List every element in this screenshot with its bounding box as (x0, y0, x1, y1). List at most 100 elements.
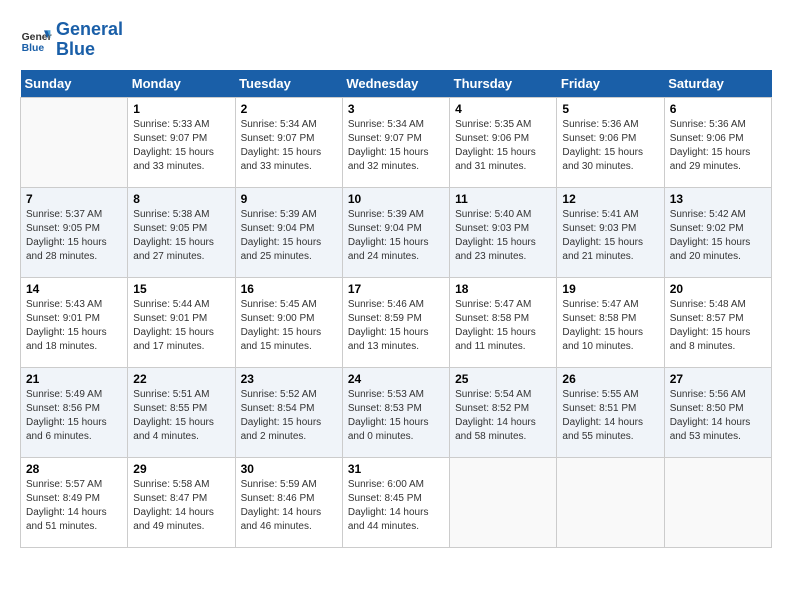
day-number: 30 (241, 462, 337, 476)
day-info: Sunrise: 5:33 AMSunset: 9:07 PMDaylight:… (133, 118, 229, 174)
day-number: 26 (562, 372, 658, 386)
day-number: 2 (241, 102, 337, 116)
day-number: 21 (26, 372, 122, 386)
day-number: 27 (670, 372, 766, 386)
day-number: 5 (562, 102, 658, 116)
calendar-cell: 14 Sunrise: 5:43 AMSunset: 9:01 PMDaylig… (21, 277, 128, 367)
calendar-cell: 31 Sunrise: 6:00 AMSunset: 8:45 PMDaylig… (342, 457, 449, 547)
calendar-cell (557, 457, 664, 547)
col-header-sunday: Sunday (21, 70, 128, 98)
day-info: Sunrise: 5:59 AMSunset: 8:46 PMDaylight:… (241, 478, 337, 534)
calendar-week-1: 1 Sunrise: 5:33 AMSunset: 9:07 PMDayligh… (21, 97, 772, 187)
calendar-cell (450, 457, 557, 547)
calendar-cell: 4 Sunrise: 5:35 AMSunset: 9:06 PMDayligh… (450, 97, 557, 187)
day-number: 14 (26, 282, 122, 296)
calendar-cell: 22 Sunrise: 5:51 AMSunset: 8:55 PMDaylig… (128, 367, 235, 457)
calendar-cell: 8 Sunrise: 5:38 AMSunset: 9:05 PMDayligh… (128, 187, 235, 277)
day-number: 19 (562, 282, 658, 296)
day-info: Sunrise: 5:46 AMSunset: 8:59 PMDaylight:… (348, 298, 444, 354)
day-number: 6 (670, 102, 766, 116)
calendar-week-4: 21 Sunrise: 5:49 AMSunset: 8:56 PMDaylig… (21, 367, 772, 457)
calendar-cell: 18 Sunrise: 5:47 AMSunset: 8:58 PMDaylig… (450, 277, 557, 367)
svg-text:Blue: Blue (22, 43, 45, 54)
day-info: Sunrise: 5:55 AMSunset: 8:51 PMDaylight:… (562, 388, 658, 444)
day-info: Sunrise: 5:52 AMSunset: 8:54 PMDaylight:… (241, 388, 337, 444)
day-info: Sunrise: 5:37 AMSunset: 9:05 PMDaylight:… (26, 208, 122, 264)
day-number: 23 (241, 372, 337, 386)
day-number: 7 (26, 192, 122, 206)
day-number: 20 (670, 282, 766, 296)
calendar-week-3: 14 Sunrise: 5:43 AMSunset: 9:01 PMDaylig… (21, 277, 772, 367)
day-info: Sunrise: 5:42 AMSunset: 9:02 PMDaylight:… (670, 208, 766, 264)
calendar-cell: 13 Sunrise: 5:42 AMSunset: 9:02 PMDaylig… (664, 187, 771, 277)
calendar-cell: 17 Sunrise: 5:46 AMSunset: 8:59 PMDaylig… (342, 277, 449, 367)
calendar-cell: 27 Sunrise: 5:56 AMSunset: 8:50 PMDaylig… (664, 367, 771, 457)
calendar-cell: 1 Sunrise: 5:33 AMSunset: 9:07 PMDayligh… (128, 97, 235, 187)
calendar-cell: 19 Sunrise: 5:47 AMSunset: 8:58 PMDaylig… (557, 277, 664, 367)
col-header-tuesday: Tuesday (235, 70, 342, 98)
day-info: Sunrise: 6:00 AMSunset: 8:45 PMDaylight:… (348, 478, 444, 534)
day-number: 11 (455, 192, 551, 206)
day-number: 31 (348, 462, 444, 476)
day-number: 15 (133, 282, 229, 296)
day-info: Sunrise: 5:34 AMSunset: 9:07 PMDaylight:… (241, 118, 337, 174)
day-number: 16 (241, 282, 337, 296)
day-info: Sunrise: 5:57 AMSunset: 8:49 PMDaylight:… (26, 478, 122, 534)
day-info: Sunrise: 5:44 AMSunset: 9:01 PMDaylight:… (133, 298, 229, 354)
day-number: 24 (348, 372, 444, 386)
col-header-monday: Monday (128, 70, 235, 98)
day-info: Sunrise: 5:49 AMSunset: 8:56 PMDaylight:… (26, 388, 122, 444)
calendar-cell: 2 Sunrise: 5:34 AMSunset: 9:07 PMDayligh… (235, 97, 342, 187)
calendar-cell: 20 Sunrise: 5:48 AMSunset: 8:57 PMDaylig… (664, 277, 771, 367)
day-number: 12 (562, 192, 658, 206)
day-info: Sunrise: 5:36 AMSunset: 9:06 PMDaylight:… (562, 118, 658, 174)
day-info: Sunrise: 5:53 AMSunset: 8:53 PMDaylight:… (348, 388, 444, 444)
calendar-cell: 10 Sunrise: 5:39 AMSunset: 9:04 PMDaylig… (342, 187, 449, 277)
day-info: Sunrise: 5:41 AMSunset: 9:03 PMDaylight:… (562, 208, 658, 264)
calendar-cell: 21 Sunrise: 5:49 AMSunset: 8:56 PMDaylig… (21, 367, 128, 457)
day-number: 18 (455, 282, 551, 296)
day-info: Sunrise: 5:39 AMSunset: 9:04 PMDaylight:… (348, 208, 444, 264)
calendar-cell: 28 Sunrise: 5:57 AMSunset: 8:49 PMDaylig… (21, 457, 128, 547)
calendar-cell: 16 Sunrise: 5:45 AMSunset: 9:00 PMDaylig… (235, 277, 342, 367)
calendar-cell: 5 Sunrise: 5:36 AMSunset: 9:06 PMDayligh… (557, 97, 664, 187)
calendar-table: SundayMondayTuesdayWednesdayThursdayFrid… (20, 70, 772, 548)
logo: General Blue General Blue (20, 20, 123, 60)
calendar-cell: 26 Sunrise: 5:55 AMSunset: 8:51 PMDaylig… (557, 367, 664, 457)
calendar-week-2: 7 Sunrise: 5:37 AMSunset: 9:05 PMDayligh… (21, 187, 772, 277)
logo-text-line2: Blue (56, 40, 123, 60)
day-number: 13 (670, 192, 766, 206)
calendar-cell: 23 Sunrise: 5:52 AMSunset: 8:54 PMDaylig… (235, 367, 342, 457)
calendar-cell: 6 Sunrise: 5:36 AMSunset: 9:06 PMDayligh… (664, 97, 771, 187)
calendar-cell: 30 Sunrise: 5:59 AMSunset: 8:46 PMDaylig… (235, 457, 342, 547)
calendar-cell (21, 97, 128, 187)
calendar-cell: 24 Sunrise: 5:53 AMSunset: 8:53 PMDaylig… (342, 367, 449, 457)
day-number: 25 (455, 372, 551, 386)
col-header-thursday: Thursday (450, 70, 557, 98)
day-info: Sunrise: 5:39 AMSunset: 9:04 PMDaylight:… (241, 208, 337, 264)
col-header-wednesday: Wednesday (342, 70, 449, 98)
calendar-cell (664, 457, 771, 547)
calendar-cell: 7 Sunrise: 5:37 AMSunset: 9:05 PMDayligh… (21, 187, 128, 277)
day-number: 10 (348, 192, 444, 206)
calendar-cell: 3 Sunrise: 5:34 AMSunset: 9:07 PMDayligh… (342, 97, 449, 187)
day-number: 28 (26, 462, 122, 476)
day-number: 22 (133, 372, 229, 386)
day-number: 4 (455, 102, 551, 116)
day-info: Sunrise: 5:43 AMSunset: 9:01 PMDaylight:… (26, 298, 122, 354)
day-info: Sunrise: 5:38 AMSunset: 9:05 PMDaylight:… (133, 208, 229, 264)
calendar-cell: 25 Sunrise: 5:54 AMSunset: 8:52 PMDaylig… (450, 367, 557, 457)
calendar-cell: 11 Sunrise: 5:40 AMSunset: 9:03 PMDaylig… (450, 187, 557, 277)
logo-text-line1: General (56, 20, 123, 40)
day-number: 3 (348, 102, 444, 116)
day-number: 8 (133, 192, 229, 206)
logo-icon: General Blue (20, 24, 52, 56)
col-header-saturday: Saturday (664, 70, 771, 98)
day-info: Sunrise: 5:36 AMSunset: 9:06 PMDaylight:… (670, 118, 766, 174)
day-info: Sunrise: 5:56 AMSunset: 8:50 PMDaylight:… (670, 388, 766, 444)
day-number: 1 (133, 102, 229, 116)
calendar-cell: 12 Sunrise: 5:41 AMSunset: 9:03 PMDaylig… (557, 187, 664, 277)
calendar-cell: 29 Sunrise: 5:58 AMSunset: 8:47 PMDaylig… (128, 457, 235, 547)
page-header: General Blue General Blue (20, 20, 772, 60)
day-info: Sunrise: 5:58 AMSunset: 8:47 PMDaylight:… (133, 478, 229, 534)
